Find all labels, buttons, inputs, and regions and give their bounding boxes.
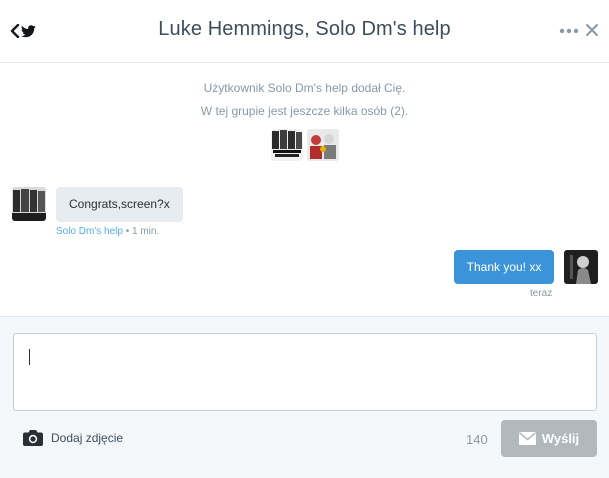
meta-separator: • bbox=[122, 226, 133, 237]
more-dots-icon[interactable] bbox=[559, 25, 579, 37]
incoming-message-bubble: Congrats,screen?x bbox=[56, 187, 183, 222]
message-input[interactable] bbox=[13, 333, 597, 411]
send-button[interactable]: Wyślij bbox=[501, 420, 597, 457]
close-icon[interactable] bbox=[585, 23, 599, 37]
outgoing-message-time: teraz bbox=[530, 288, 553, 299]
message-sender[interactable]: Solo Dm's help bbox=[56, 226, 123, 237]
incoming-message-meta: Solo Dm's help • 1 min. bbox=[56, 226, 159, 237]
chevron-left-icon bbox=[10, 24, 20, 38]
system-message-added: Użytkownik Solo Dm's help dodał Cię. bbox=[203, 81, 406, 95]
member-avatar[interactable] bbox=[271, 129, 303, 161]
send-label: Wyślij bbox=[541, 431, 580, 446]
add-photo-button[interactable]: Dodaj zdjęcie bbox=[23, 430, 123, 446]
text-caret bbox=[29, 349, 30, 365]
conversation-header: Luke Hemmings, Solo Dm's help bbox=[0, 0, 609, 63]
own-avatar[interactable] bbox=[564, 250, 598, 284]
envelope-icon bbox=[518, 432, 536, 445]
twitter-bird-icon bbox=[21, 24, 36, 37]
message-time: 1 min. bbox=[132, 226, 160, 237]
character-counter: 140 bbox=[466, 432, 488, 447]
camera-icon bbox=[23, 430, 43, 446]
back-button[interactable] bbox=[10, 21, 40, 41]
system-message-group-info: W tej grupie jest jeszcze kilka osób (2)… bbox=[200, 104, 409, 118]
sender-avatar[interactable] bbox=[12, 187, 46, 221]
outgoing-message-bubble: Thank you! xx bbox=[454, 250, 554, 284]
group-members bbox=[271, 129, 339, 161]
conversation-title: Luke Hemmings, Solo Dm's help bbox=[158, 18, 451, 40]
message-composer: Dodaj zdjęcie 140 Wyślij bbox=[0, 316, 609, 478]
member-avatar[interactable] bbox=[307, 129, 339, 161]
add-photo-label: Dodaj zdjęcie bbox=[51, 431, 124, 445]
